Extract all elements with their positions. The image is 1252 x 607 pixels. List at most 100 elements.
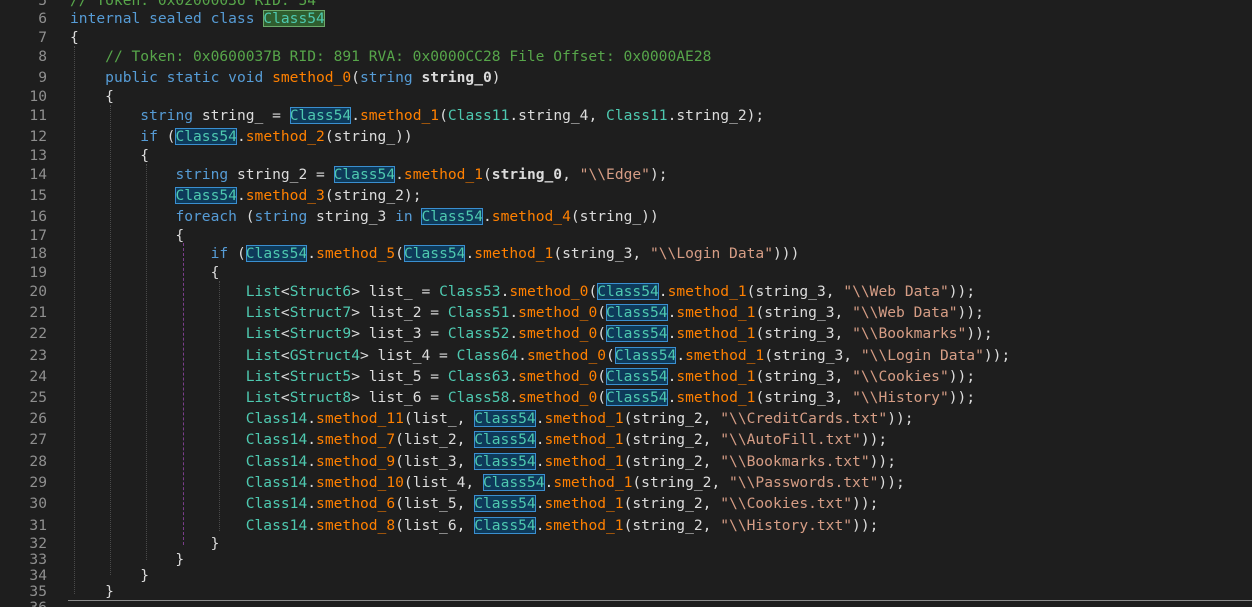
code-token: . [351,107,360,124]
code-token: < [280,347,290,364]
class-reference-highlight[interactable]: Class54 [606,304,668,321]
class-reference-highlight[interactable]: Class54 [483,474,545,491]
code-token: smethod_0 [518,325,598,342]
code-token: (string_2, [623,495,721,512]
code-line[interactable]: 23 List<GStruct4> list_4 = Class64.smeth… [0,345,1252,366]
code-line[interactable]: 24 List<Struct5> list_5 = Class63.smetho… [0,366,1252,387]
line-number: 14 [29,166,47,183]
code-text: Class14.smethod_6(list_5, Class54.smetho… [70,493,878,514]
class-reference-highlight[interactable]: Class54 [421,208,483,225]
code-token: in [395,208,422,225]
code-token: Class11 [606,107,668,124]
code-line[interactable]: 28 Class14.smethod_9(list_3, Class54.sme… [0,451,1252,472]
class-reference-highlight[interactable]: Class54 [474,410,536,427]
code-line[interactable]: 8 // Token: 0x0600037B RID: 891 RVA: 0x0… [0,46,1252,67]
class-reference-highlight[interactable]: Class54 [614,347,677,364]
class-reference-highlight[interactable]: Class54 [333,166,396,183]
code-token: List [245,283,281,300]
code-token: (string_2, [623,431,721,448]
code-token: "\\Bookmarks" [852,325,967,342]
class-reference-highlight[interactable]: Class54 [597,283,659,300]
code-token: Struct7 [289,304,352,321]
code-token: > list_5 = [351,368,448,385]
code-token: Class14 [245,410,308,427]
class-reference-highlight[interactable]: Class54 [175,128,237,145]
code-line[interactable]: 30 Class14.smethod_6(list_5, Class54.sme… [0,493,1252,514]
class-reference-highlight[interactable]: Class54 [289,107,352,124]
code-token: . [236,128,246,145]
code-line[interactable]: 18 if (Class54.smethod_5(Class54.smethod… [0,243,1252,264]
code-token: smethod_10 [316,474,404,491]
code-editor[interactable]: 5// Token: 0x02000036 RID: 54 6 internal s… [0,0,1252,607]
code-text: { [70,27,79,48]
class-reference-highlight[interactable]: Class54 [606,325,668,342]
code-line[interactable]: 26 Class14.smethod_11(list_, Class54.sme… [0,408,1252,429]
code-line[interactable]: 13 { [0,145,1252,166]
class-reference-highlight[interactable]: Class54 [175,187,237,204]
code-text: List<GStruct4> list_4 = Class64.smethod_… [70,345,1010,366]
code-line[interactable]: 20 List<Struct6> list_ = Class53.smethod… [0,281,1252,302]
code-line[interactable]: 19 { [0,262,1252,283]
code-line[interactable]: 9 public static void smethod_0(string st… [0,67,1252,88]
class-name-definition-highlight[interactable]: Class54 [263,10,325,27]
code-line[interactable]: 14 string string_2 = Class54.smethod_1(s… [0,164,1252,185]
class-reference-highlight[interactable]: Class54 [474,431,536,448]
code-token: { [70,147,150,164]
code-token: smethod_1 [474,245,554,262]
code-line[interactable]: 25 List<Struct8> list_6 = Class58.smetho… [0,387,1252,408]
class-reference-highlight[interactable]: Class54 [245,245,308,262]
code-token: . [307,517,317,534]
class-reference-highlight[interactable]: Class54 [474,517,536,534]
code-token: . [676,347,686,364]
code-line[interactable]: 29 Class14.smethod_10(list_4, Class54.sm… [0,472,1252,493]
code-token: smethod_1 [403,166,483,183]
code-token: . [518,347,527,364]
code-token: smethod_1 [676,389,756,406]
line-number: 21 [29,304,47,321]
code-token: smethod_8 [316,517,396,534]
code-line[interactable]: 16 foreach (string string_3 in Class54.s… [0,206,1252,227]
code-line[interactable]: 11 string string_ = Class54.smethod_1(Cl… [0,105,1252,126]
code-line[interactable]: 36 [0,597,1252,607]
code-token: (string_2, [623,453,721,470]
class-reference-highlight[interactable]: Class54 [474,453,536,470]
code-token: smethod_0 [272,69,352,86]
code-line[interactable]: 10 { [0,86,1252,107]
code-token: List [245,347,281,364]
code-line[interactable]: 12 if (Class54.smethod_2(string_)) [0,126,1252,147]
code-token: ( [588,283,598,300]
code-line[interactable]: 22 List<Struct9> list_3 = Class52.smetho… [0,323,1252,344]
code-token: . [658,283,668,300]
code-token: ( [351,69,360,86]
class-reference-highlight[interactable]: Class54 [474,495,536,512]
class-reference-highlight[interactable]: Class54 [606,368,668,385]
code-token: List [245,368,281,385]
code-token: . [535,410,545,427]
code-token: > list_6 = [351,389,448,406]
code-line[interactable]: 7{ [0,27,1252,48]
class-reference-highlight[interactable]: Class54 [403,245,466,262]
code-text: List<Struct5> list_5 = Class63.smethod_0… [70,366,975,387]
code-token: )); [860,431,888,448]
code-line[interactable]: 15 Class54.smethod_3(string_2); [0,185,1252,206]
code-token: ) [491,69,501,86]
code-line[interactable]: 27 Class14.smethod_7(list_2, Class54.sme… [0,429,1252,450]
code-line[interactable]: 21 List<Struct7> list_2 = Class51.smetho… [0,302,1252,323]
code-token: smethod_1 [544,495,624,512]
class-reference-highlight[interactable]: Class54 [606,389,668,406]
line-number: 27 [29,431,47,448]
code-token: . [307,410,317,427]
code-token: ( [439,107,448,124]
code-text: Class14.smethod_11(list_, Class54.smetho… [70,408,914,429]
code-token: )); [887,410,914,427]
code-token: (string_3, [755,389,853,406]
code-line[interactable]: 6 internal sealed class Class54 [0,8,1252,29]
